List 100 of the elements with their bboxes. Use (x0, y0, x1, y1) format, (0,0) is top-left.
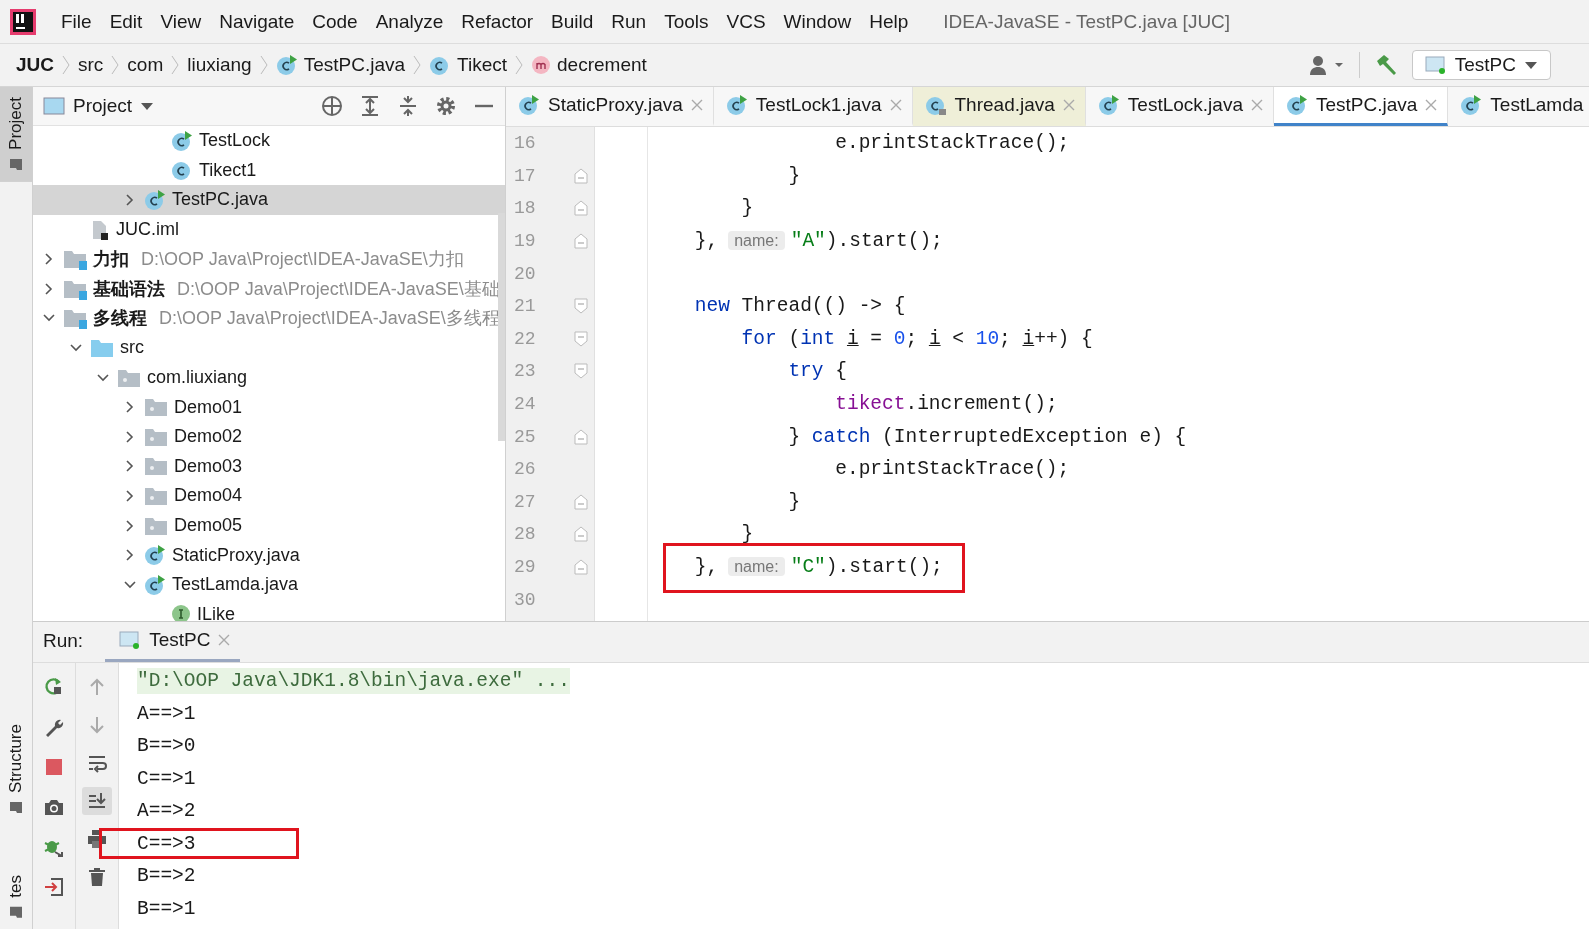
menu-item[interactable]: Refactor (452, 10, 543, 33)
code-line: tikect.increment(); (834, 393, 1058, 416)
breadcrumb[interactable]: liuxiang (187, 54, 252, 76)
editor-tab[interactable]: StaticProxy.java (506, 87, 714, 126)
tree-item[interactable]: Demo02 (174, 426, 243, 448)
class-icon (144, 189, 166, 211)
console-line: C==>1 (137, 766, 196, 792)
chevron-icon (259, 54, 268, 76)
run-tab[interactable]: TestPC (105, 629, 241, 662)
tree-item[interactable]: Demo05 (174, 515, 243, 536)
folder-icon (144, 396, 168, 419)
caret-icon (140, 101, 155, 111)
printer-icon[interactable] (86, 828, 108, 850)
console-line: C==>3 (137, 831, 196, 857)
tree-item[interactable]: TestLamda.java (172, 574, 299, 596)
menu-item[interactable]: File (52, 10, 101, 33)
method-icon (531, 55, 552, 75)
code-line: for (int i = 0; i < 10; i++) { (740, 327, 1093, 350)
tree-item[interactable]: src (120, 337, 144, 359)
breadcrumb[interactable]: JUC (16, 54, 54, 76)
chevron-icon (111, 54, 120, 76)
tree-item[interactable]: TestPC.java (172, 189, 269, 211)
class-icon (1097, 94, 1120, 116)
breadcrumb[interactable]: src (78, 54, 104, 76)
tree-item[interactable]: Demo03 (174, 455, 243, 477)
tree-item[interactable]: Demo04 (174, 485, 243, 507)
exit-icon[interactable] (43, 876, 65, 898)
menu-item[interactable]: Tools (655, 10, 718, 33)
chevron-icon (515, 54, 524, 76)
chevron-icon (62, 54, 70, 76)
menu-item[interactable]: Help (860, 10, 918, 33)
run-configuration-dropdown[interactable]: TestPC (1411, 50, 1551, 80)
editor-tab[interactable]: TestLock1.java (713, 87, 913, 126)
breadcrumb[interactable]: decrement (557, 54, 647, 76)
class-icon (275, 54, 298, 76)
caret-icon (1524, 60, 1538, 70)
tool-window-tab[interactable]: Structure (0, 714, 32, 826)
console-line: A==>1 (137, 701, 196, 727)
editor-tab[interactable]: TestLamda (1448, 87, 1589, 126)
menu-item[interactable]: Code (303, 10, 367, 33)
tree-item[interactable]: TestLock (199, 130, 271, 152)
class-icon (171, 129, 193, 152)
breadcrumb[interactable]: Tikect (457, 54, 508, 76)
trash-icon[interactable] (86, 866, 108, 888)
tree-item[interactable]: 基础语法 (93, 276, 165, 301)
scrollbar[interactable] (498, 213, 505, 441)
class-icon (144, 544, 166, 567)
menu-item[interactable]: Window (774, 10, 861, 33)
file-icon (90, 218, 110, 241)
tree-item[interactable]: JUC.iml (116, 219, 179, 241)
expand-all-icon[interactable] (359, 95, 381, 117)
stop-icon[interactable] (43, 756, 65, 778)
locate-icon[interactable] (321, 95, 343, 117)
tool-window-tab[interactable]: tes (0, 865, 32, 929)
line-number: 23 (513, 361, 537, 382)
tree-item[interactable]: Tikect1 (199, 159, 257, 181)
tree-item[interactable]: 多线程 (93, 306, 147, 331)
menu-item[interactable]: Navigate (210, 10, 304, 33)
chevron-icon (171, 54, 180, 76)
user-icon[interactable] (1308, 54, 1345, 76)
menu-item[interactable]: VCS (717, 10, 775, 33)
editor-tab[interactable]: Thread.java (912, 87, 1086, 126)
console-line: B==>1 (137, 896, 196, 922)
editor-tab[interactable]: TestPC.java (1273, 87, 1449, 126)
code-line: new Thread(() -> { (693, 295, 906, 318)
folder-icon (9, 906, 23, 920)
code-line: } catch (InterruptedException e) { (787, 425, 1187, 448)
tree-item[interactable]: com.liuxiang (147, 367, 248, 389)
code-line: } (740, 197, 754, 220)
tree-item[interactable]: ILike (197, 603, 236, 621)
tree-item[interactable]: Demo01 (174, 396, 243, 418)
breadcrumb[interactable]: com (127, 54, 164, 76)
tree-item[interactable]: 力扣 (93, 247, 129, 272)
menu-item[interactable]: Edit (100, 10, 152, 33)
line-number: 16 (513, 133, 537, 154)
module-path: D:\OOP Java\Project\IDEA-JavaSE\多线程 (159, 307, 500, 331)
code-line: try { (787, 360, 847, 383)
editor-tab[interactable]: TestLock.java (1085, 87, 1274, 126)
menu-item[interactable]: Analyze (366, 10, 453, 33)
settings-icon[interactable] (435, 95, 457, 117)
line-number: 27 (513, 491, 537, 512)
code-line: e.printStackTrace(); (834, 458, 1070, 481)
line-number: 29 (513, 557, 537, 577)
collapse-all-icon[interactable] (397, 95, 419, 117)
menu-item[interactable]: View (151, 10, 211, 33)
menu-item[interactable]: Run (602, 10, 656, 33)
tool-window-tab[interactable]: Project (0, 87, 32, 182)
app-logo-icon[interactable] (10, 8, 36, 35)
tree-item[interactable]: StaticProxy.java (172, 544, 300, 566)
code-line: }, name: "A").start(); (693, 230, 943, 253)
class-icon (725, 94, 748, 116)
class-icon (144, 573, 166, 596)
code-line: } (740, 523, 754, 546)
menu-item[interactable]: Build (542, 10, 603, 33)
line-number: 17 (513, 165, 537, 186)
project-view-dropdown[interactable]: Project (43, 95, 155, 117)
run-label: Run: (43, 630, 84, 653)
line-number: 19 (513, 231, 537, 252)
breadcrumb[interactable]: TestPC.java (303, 54, 406, 76)
line-number: 24 (513, 394, 537, 415)
